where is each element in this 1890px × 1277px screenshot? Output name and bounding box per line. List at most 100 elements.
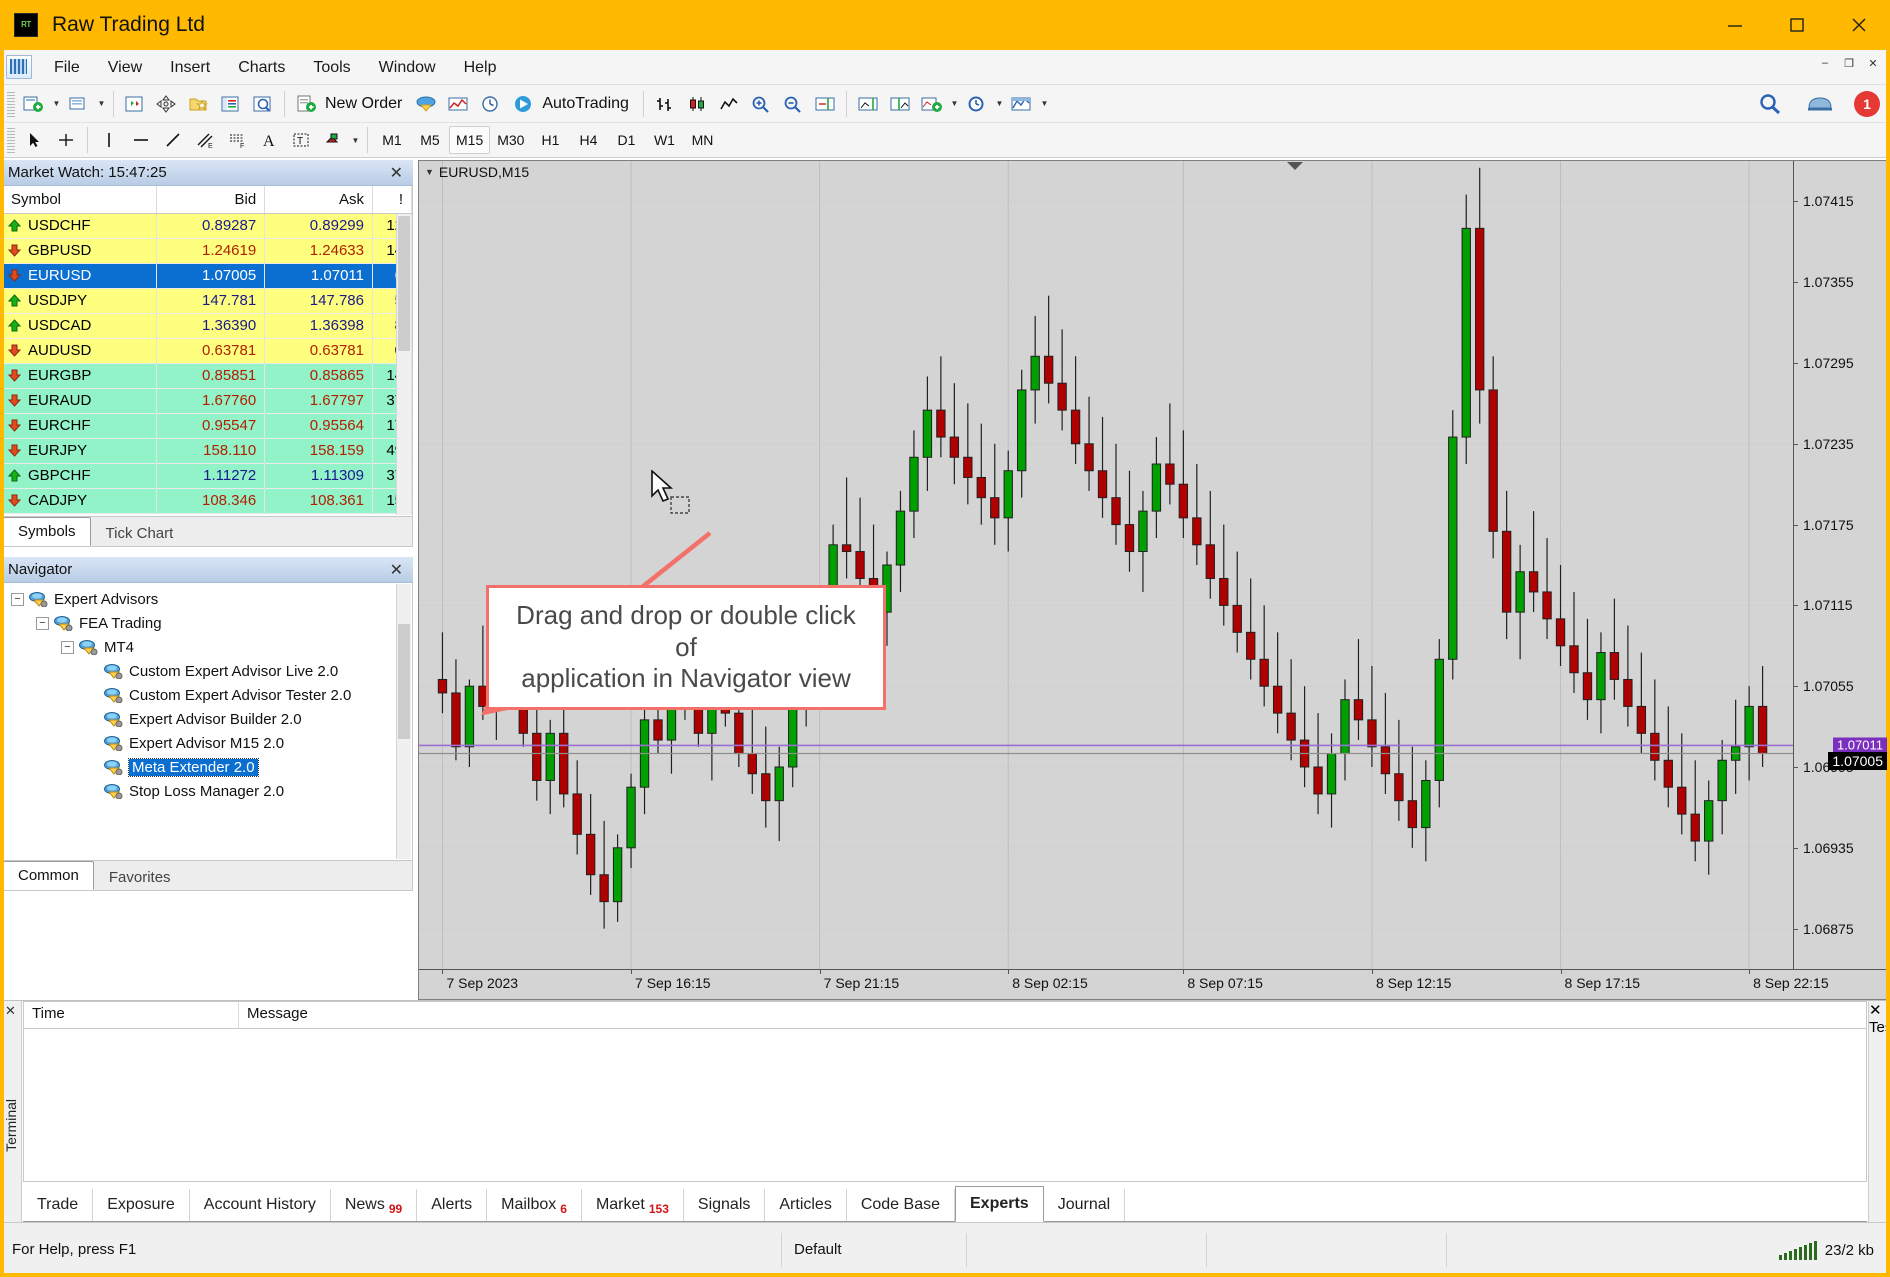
tab-common[interactable]: Common <box>3 861 94 890</box>
status-profile[interactable]: Default <box>782 1233 967 1267</box>
search-chart-icon[interactable] <box>247 89 279 119</box>
navigator-close-icon[interactable]: ✕ <box>386 560 407 580</box>
table-row[interactable]: USDCHF 0.89287 0.89299 12 <box>3 213 413 239</box>
column-header-bid[interactable]: Bid <box>156 186 266 214</box>
table-row[interactable]: EURJPY 158.110 158.159 49 <box>3 438 413 464</box>
table-row[interactable]: USDCAD1.363901.363988 <box>3 313 413 339</box>
minimize-icon[interactable] <box>1704 0 1766 50</box>
maximize-icon[interactable] <box>1766 0 1828 50</box>
tab-account-history[interactable]: Account History <box>190 1189 331 1221</box>
new-chart-dropdown-icon[interactable]: ▼ <box>50 89 63 119</box>
templates-dropdown-icon[interactable]: ▼ <box>1038 89 1051 119</box>
table-row[interactable]: CADJPY 108.346 108.361 15 <box>3 488 413 514</box>
mdi-restore-icon[interactable]: ❐ <box>1838 53 1860 73</box>
cursor-icon[interactable] <box>18 125 50 155</box>
column-header-spread[interactable]: ! <box>372 186 413 214</box>
navigator-scroll-thumb[interactable] <box>398 624 410 739</box>
tab-journal[interactable]: Journal <box>1044 1189 1126 1221</box>
column-header-time[interactable]: Time <box>24 1002 239 1028</box>
price-axis[interactable]: 1.07415 1.07355 1.07295 1.07235 1.07175 1.071… <box>1793 161 1889 999</box>
candlestick-chart-icon[interactable] <box>681 89 713 119</box>
market-watch-scrollbar[interactable] <box>396 214 411 515</box>
period-button-w1[interactable]: W1 <box>645 126 683 154</box>
line-toolbar-grip[interactable] <box>7 127 15 153</box>
application-menu-icon[interactable] <box>6 55 32 79</box>
mdi-minimize-icon[interactable]: – <box>1814 53 1836 73</box>
chart-autoscroll-icon[interactable] <box>852 89 884 119</box>
search-icon[interactable] <box>1754 89 1786 119</box>
market-watch-icon[interactable] <box>119 89 151 119</box>
new-order-button[interactable]: New Order <box>290 89 411 119</box>
trendline-icon[interactable] <box>157 125 189 155</box>
templates-icon[interactable] <box>1006 89 1038 119</box>
period-dropdown-icon[interactable]: ▼ <box>993 89 1006 119</box>
text-label-icon[interactable]: T <box>285 125 317 155</box>
tree-item[interactable]: − Expert Advisors <box>11 587 412 611</box>
menu-item-help[interactable]: Help <box>450 50 511 85</box>
market-watch-scroll-thumb[interactable] <box>398 216 410 351</box>
tree-expand-toggle[interactable]: − <box>61 640 74 654</box>
shapes-dropdown-icon[interactable]: ▼ <box>349 125 362 155</box>
period-clock-icon[interactable] <box>961 89 993 119</box>
tree-item[interactable]: Expert Advisor Builder 2.0 <box>11 707 412 731</box>
terminal-side-label[interactable]: Terminal <box>3 1099 19 1152</box>
tab-favorites[interactable]: Favorites <box>94 864 186 890</box>
crosshair-icon[interactable] <box>151 89 183 119</box>
period-button-mn[interactable]: MN <box>683 126 721 154</box>
menu-item-insert[interactable]: Insert <box>156 50 224 85</box>
column-header-ask[interactable]: Ask <box>264 186 373 214</box>
tree-expand-toggle[interactable]: − <box>11 592 24 606</box>
tree-item[interactable]: Stop Loss Manager 2.0 <box>11 779 412 803</box>
chart-shift-icon[interactable] <box>809 89 841 119</box>
horizontal-line-icon[interactable] <box>125 125 157 155</box>
favorites-icon[interactable] <box>183 89 215 119</box>
close-icon[interactable] <box>1828 0 1890 50</box>
text-icon[interactable]: A <box>253 125 285 155</box>
add-indicator-icon[interactable] <box>916 89 948 119</box>
tab-trade[interactable]: Trade <box>23 1189 94 1221</box>
tab-alerts[interactable]: Alerts <box>417 1189 488 1221</box>
period-button-m30[interactable]: M30 <box>490 126 531 154</box>
tree-item[interactable]: Custom Expert Advisor Tester 2.0 <box>11 683 412 707</box>
tree-item[interactable]: − FEA Trading <box>11 611 412 635</box>
menu-item-charts[interactable]: Charts <box>224 50 299 85</box>
zoom-out-icon[interactable] <box>777 89 809 119</box>
tab-tick-chart[interactable]: Tick Chart <box>91 520 189 546</box>
tree-item[interactable]: Expert Advisor M15 2.0 <box>11 731 412 755</box>
table-row[interactable]: EURGBP 0.85851 0.85865 14 <box>3 363 413 389</box>
chart-scroll-marker-icon[interactable] <box>1287 162 1303 170</box>
new-chart-icon[interactable] <box>18 89 50 119</box>
market-watch-close-icon[interactable]: ✕ <box>386 163 407 183</box>
tab-mailbox[interactable]: Mailbox 6 <box>487 1189 582 1221</box>
table-row[interactable]: EURCHF 0.95547 0.95564 17 <box>3 413 413 439</box>
menu-item-window[interactable]: Window <box>365 50 450 85</box>
notifications-icon[interactable] <box>1800 89 1840 119</box>
period-button-d1[interactable]: D1 <box>607 126 645 154</box>
shapes-icon[interactable] <box>317 125 349 155</box>
expert-advisors-icon[interactable] <box>411 89 443 119</box>
vertical-line-icon[interactable] <box>93 125 125 155</box>
time-axis[interactable]: 7 Sep 2023 7 Sep 16:15 7 Sep 21:15 8 Sep 02… <box>419 969 1889 999</box>
zoom-in-icon[interactable] <box>745 89 777 119</box>
network-status[interactable]: 23/2 kb <box>1778 1240 1890 1260</box>
tab-exposure[interactable]: Exposure <box>93 1189 190 1221</box>
chart-profiles-icon[interactable] <box>63 89 95 119</box>
table-row[interactable]: GBPUSD 1.24619 1.24633 14 <box>3 238 413 264</box>
tab-code-base[interactable]: Code Base <box>847 1189 955 1221</box>
indicators-icon[interactable] <box>443 89 475 119</box>
tree-item[interactable]: Meta Extender 2.0 <box>11 755 412 779</box>
period-button-m5[interactable]: M5 <box>411 126 449 154</box>
periodicity-icon[interactable] <box>475 89 507 119</box>
add-indicator-dropdown-icon[interactable]: ▼ <box>948 89 961 119</box>
column-header-message[interactable]: Message <box>239 1002 1866 1028</box>
chart-menu-caret-icon[interactable]: ▼ <box>425 167 434 177</box>
tree-item[interactable]: Custom Expert Advisor Live 2.0 <box>11 659 412 683</box>
tab-market[interactable]: Market 153 <box>582 1189 684 1221</box>
table-row[interactable]: GBPCHF 1.11272 1.11309 37 <box>3 463 413 489</box>
line-chart-icon[interactable] <box>713 89 745 119</box>
tree-item[interactable]: − MT4 <box>11 635 412 659</box>
tab-symbols[interactable]: Symbols <box>3 517 91 546</box>
navigator-scrollbar[interactable] <box>396 584 411 859</box>
period-button-h1[interactable]: H1 <box>531 126 569 154</box>
period-button-m15[interactable]: M15 <box>449 126 491 154</box>
